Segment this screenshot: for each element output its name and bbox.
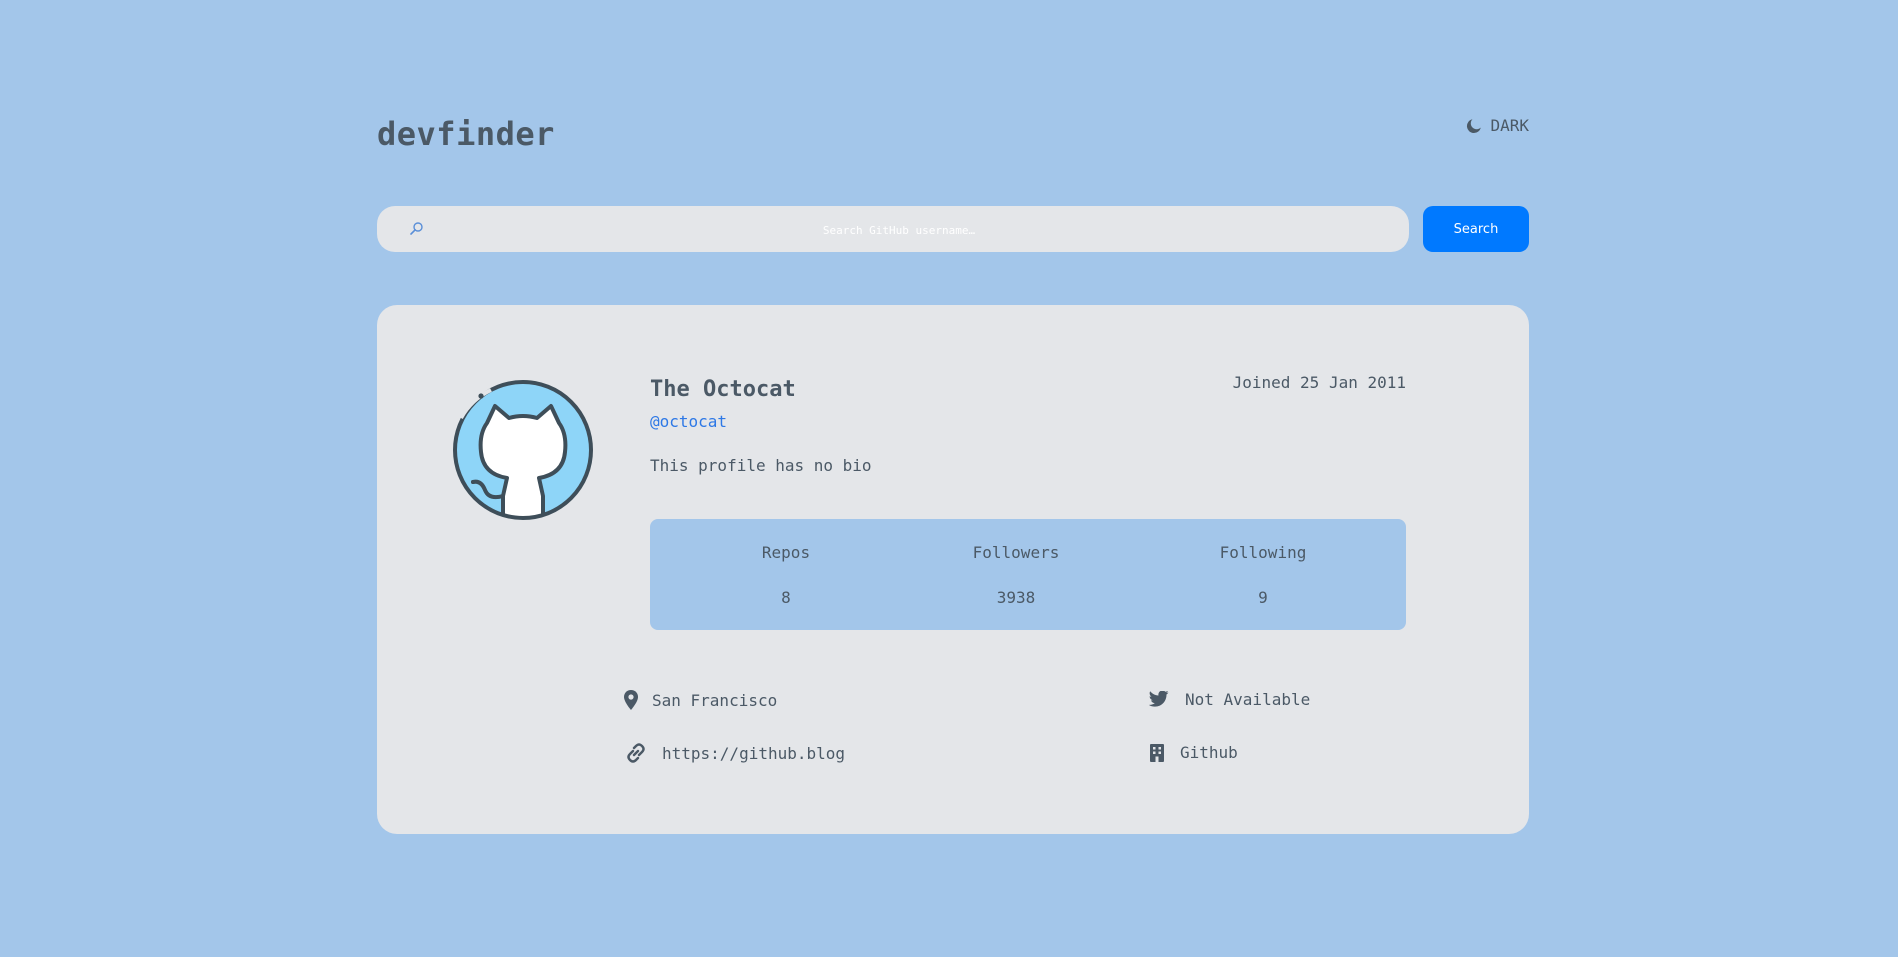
theme-toggle-label: DARK (1490, 116, 1529, 135)
search-button[interactable]: Search (1423, 206, 1529, 252)
stat-value: 9 (1258, 588, 1268, 607)
joined-date: Joined 25 Jan 2011 (1232, 373, 1406, 392)
blog-link[interactable]: https://github.blog (662, 744, 845, 763)
header: devfinder DARK (377, 110, 1529, 160)
stat-label: Following (1219, 543, 1307, 562)
profile-bio: This profile has no bio (650, 456, 872, 475)
search-bar: Search (377, 206, 1529, 254)
location-text: San Francisco (652, 690, 778, 710)
theme-toggle[interactable]: DARK (1466, 116, 1529, 135)
profile-login-link[interactable]: @octocat (650, 412, 727, 431)
location-row: San Francisco (624, 690, 777, 710)
map-pin-icon (624, 690, 648, 710)
stat-label: Followers (972, 543, 1060, 562)
profile-name: The Octocat (650, 377, 796, 402)
stat-repos: Repos 8 (686, 519, 886, 630)
twitter-row: Not Available (1149, 690, 1310, 709)
stat-value: 8 (781, 588, 791, 607)
stat-label: Repos (761, 543, 811, 562)
company-row: Github (1150, 743, 1238, 762)
stat-followers: Followers 3938 (916, 519, 1116, 630)
company-text: Github (1180, 743, 1238, 762)
stat-following: Following 9 (1163, 519, 1363, 630)
link-icon (624, 743, 652, 763)
app-logo: devfinder (377, 115, 555, 153)
building-icon (1150, 743, 1170, 762)
stats-panel: Repos 8 Followers 3938 Following 9 (650, 519, 1406, 630)
app-container: devfinder DARK Search GitHub username… S… (377, 0, 1529, 957)
avatar (451, 378, 595, 522)
search-icon (407, 220, 425, 238)
stat-value: 3938 (996, 588, 1036, 607)
twitter-text: Not Available (1185, 690, 1311, 709)
twitter-icon (1149, 691, 1173, 708)
search-input[interactable] (437, 206, 1361, 254)
blog-row: https://github.blog (624, 743, 845, 763)
profile-card: The Octocat @octocat Joined 25 Jan 2011 … (377, 305, 1529, 834)
moon-icon (1466, 118, 1482, 134)
search-box (377, 206, 1409, 254)
